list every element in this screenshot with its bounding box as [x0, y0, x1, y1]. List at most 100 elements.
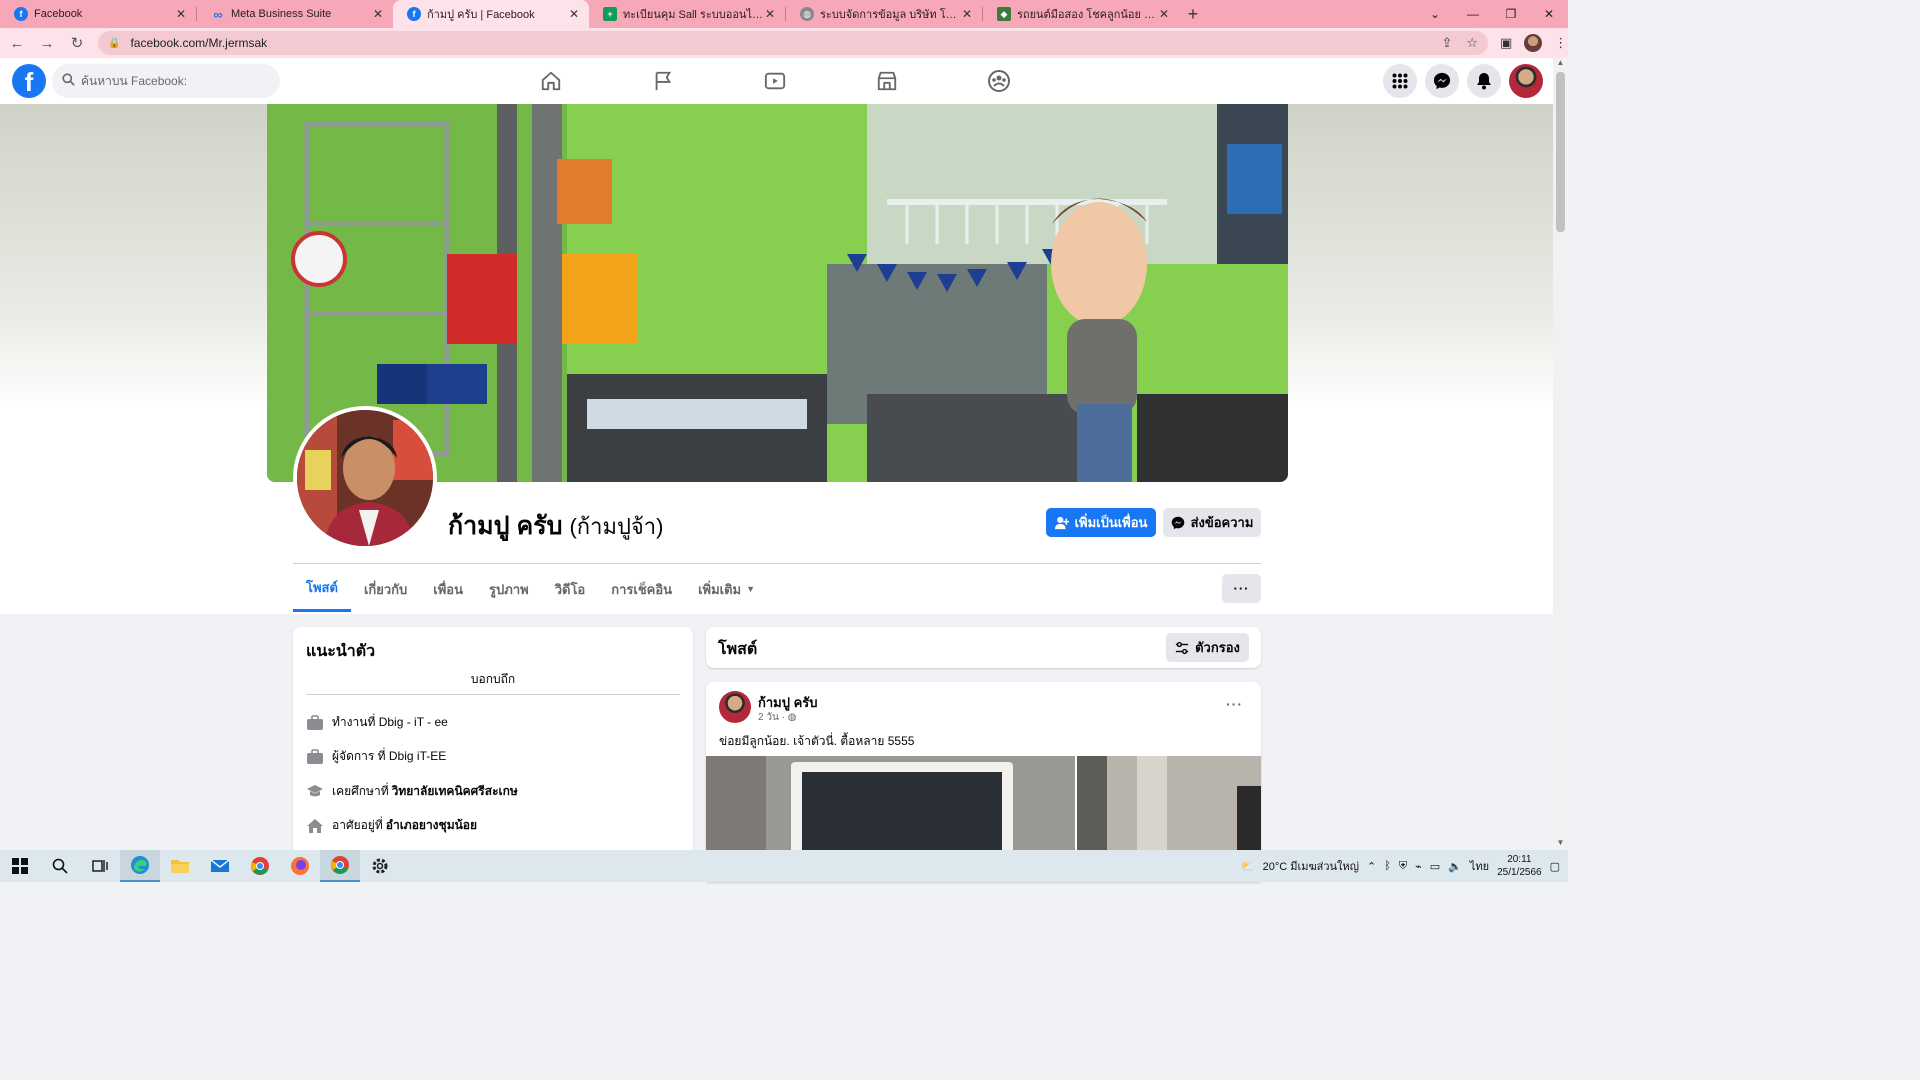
nav-marketplace[interactable] — [831, 58, 943, 104]
notifications-button[interactable] — [1467, 64, 1501, 98]
tab-friends[interactable]: เพื่อน — [420, 566, 476, 612]
browser-tab-meta[interactable]: ∞ Meta Business Suite ✕ — [197, 0, 393, 28]
scroll-down-icon[interactable]: ▼ — [1553, 838, 1568, 850]
intro-item-text: อาศัยอยู่ที่ — [332, 818, 383, 832]
scrollbar-thumb[interactable] — [1556, 72, 1565, 232]
taskbar-chrome[interactable] — [240, 850, 280, 882]
marketplace-icon — [877, 71, 897, 91]
speaker-icon[interactable]: 🔈 — [1448, 860, 1462, 873]
nav-groups[interactable] — [943, 58, 1055, 104]
browser-tab-profile[interactable]: f ก้ามปู ครับ | Facebook ✕ — [393, 0, 589, 28]
firefox-icon — [291, 857, 309, 875]
tab-about[interactable]: เกี่ยวกับ — [351, 566, 420, 612]
browser-tab-facebook[interactable]: f Facebook ✕ — [0, 0, 196, 28]
tab-title: ก้ามปู ครับ | Facebook — [427, 9, 535, 21]
close-tab-icon[interactable]: ✕ — [763, 7, 777, 21]
reload-icon[interactable]: ↻ — [64, 30, 90, 56]
network-icon[interactable]: ▭ — [1430, 860, 1440, 873]
facebook-search-input[interactable]: ค้นหาบน Facebook: — [52, 64, 280, 98]
house-icon — [307, 818, 323, 833]
close-tab-icon[interactable]: ✕ — [371, 7, 385, 21]
new-tab-button[interactable]: + — [1179, 0, 1207, 28]
nav-pages[interactable] — [607, 58, 719, 104]
search-placeholder: ค้นหาบน Facebook: — [81, 73, 188, 88]
browser-tab-sheets[interactable]: + ทะเบียนคุม Sall ระบบออนไลน์.xlsx - G ✕ — [589, 0, 785, 28]
tray-chevron-up-icon[interactable]: ⌃ — [1367, 860, 1376, 873]
taskbar-file-explorer[interactable] — [160, 850, 200, 882]
close-tab-icon[interactable]: ✕ — [567, 7, 581, 21]
close-tab-icon[interactable]: ✕ — [1157, 7, 1171, 21]
menu-grid-button[interactable] — [1383, 64, 1417, 98]
scroll-up-icon[interactable]: ▲ — [1553, 58, 1568, 70]
send-message-button[interactable]: ส่งข้อความ — [1163, 508, 1261, 537]
close-tab-icon[interactable]: ✕ — [174, 7, 188, 21]
close-tab-icon[interactable]: ✕ — [960, 7, 974, 21]
address-bar[interactable]: 🔒 facebook.com/Mr.jermsak ⇪ ☆ — [98, 31, 1488, 55]
filter-button[interactable]: ตัวกรอง — [1166, 633, 1249, 662]
intro-item-text: เคยศึกษาที่ — [332, 784, 389, 798]
intro-item-school[interactable]: วิทยาลัยเทคนิคศรีสะเกษ — [392, 782, 518, 801]
account-avatar[interactable] — [1509, 64, 1543, 98]
tab-posts[interactable]: โพสต์ — [293, 566, 351, 612]
lock-icon[interactable]: 🔒 — [108, 38, 120, 49]
messenger-icon — [1433, 72, 1451, 90]
input-language[interactable]: ไทย — [1470, 857, 1489, 875]
facebook-logo[interactable]: f — [12, 64, 46, 98]
taskbar-chrome-active[interactable] — [320, 850, 360, 882]
taskbar-firefox[interactable] — [280, 850, 320, 882]
intro-card: แนะนำตัว บอกบถึก ทำงานที่ Dbig - iT - ee… — [293, 627, 693, 867]
profile-more-options-button[interactable]: ··· — [1222, 574, 1261, 603]
tab-more[interactable]: เพิ่มเติม ▼ — [685, 566, 768, 612]
browser-tab-system[interactable]: ◍ ระบบจัดการข้อมูล บริษัท โชคลูกน้อย ✕ — [786, 0, 982, 28]
restore-icon[interactable]: ❐ — [1492, 0, 1530, 28]
post-timestamp[interactable]: 2 วัน · ◍ — [758, 710, 796, 725]
browser-menu-icon[interactable]: ⋮ — [1554, 35, 1567, 51]
usb-icon[interactable]: ⌁ — [1415, 860, 1422, 873]
weather-icon[interactable]: ⛅ — [1241, 860, 1255, 873]
taskbar-clock[interactable]: 20:11 25/1/2566 — [1497, 853, 1542, 879]
taskbar-edge[interactable] — [120, 850, 160, 882]
page-scrollbar[interactable]: ▲ ▼ — [1553, 58, 1568, 850]
taskbar-mail[interactable] — [200, 850, 240, 882]
main-navigation — [495, 58, 1055, 104]
nav-home[interactable] — [495, 58, 607, 104]
meta-icon: ∞ — [213, 6, 223, 22]
header-actions — [1383, 64, 1543, 98]
bookmark-star-icon[interactable]: ☆ — [1466, 35, 1478, 51]
taskbar-search-button[interactable] — [40, 850, 80, 882]
security-shield-icon[interactable]: ⛨ — [1399, 860, 1407, 873]
tab-photos[interactable]: รูปภาพ — [476, 566, 542, 612]
post-author-avatar[interactable] — [719, 691, 751, 723]
intro-item-place[interactable]: อำเภอยางชุมน้อย — [386, 816, 477, 835]
start-button[interactable] — [0, 850, 40, 882]
nav-watch[interactable] — [719, 58, 831, 104]
browser-tab-cars[interactable]: ◆ รถยนต์มือสอง โชคลูกน้อย อุดรธานี ✕ — [983, 0, 1179, 28]
weather-text[interactable]: 20°C มีเมฆส่วนใหญ่ — [1263, 857, 1359, 875]
minimize-icon[interactable]: — — [1454, 0, 1492, 28]
tab-videos[interactable]: วิดีโอ — [542, 566, 599, 612]
cover-photo[interactable] — [267, 104, 1288, 482]
gear-icon — [372, 858, 388, 874]
task-view-button[interactable] — [80, 850, 120, 882]
side-panel-icon[interactable]: ▣ — [1500, 35, 1512, 51]
add-friend-icon — [1054, 516, 1069, 529]
add-friend-button[interactable]: เพิ่มเป็นเพื่อน — [1046, 508, 1156, 537]
watch-video-icon — [764, 72, 786, 90]
bluetooth-icon[interactable]: ᛒ — [1384, 860, 1391, 872]
public-globe-icon: ◍ — [787, 712, 797, 723]
post-options-button[interactable]: ··· — [1226, 696, 1243, 712]
notification-center-icon[interactable]: ▢ — [1550, 860, 1560, 873]
forward-icon[interactable]: → — [34, 30, 60, 56]
browser-profile-avatar[interactable] — [1524, 34, 1543, 52]
profile-picture[interactable] — [293, 406, 437, 550]
tab-checkins[interactable]: การเช็คอิน — [598, 566, 685, 612]
share-icon[interactable]: ⇪ — [1441, 35, 1452, 51]
back-icon[interactable]: ← — [4, 30, 30, 56]
close-window-icon[interactable]: ✕ — [1530, 0, 1568, 28]
profile-tabs: โพสต์ เกี่ยวกับ เพื่อน รูปภาพ วิดีโอ การ… — [293, 566, 768, 612]
messenger-button[interactable] — [1425, 64, 1459, 98]
profile-name-text: ก้ามปู ครับ — [448, 512, 563, 540]
intro-divider — [306, 694, 680, 695]
tab-search-icon[interactable]: ⌄ — [1416, 0, 1454, 28]
taskbar-settings[interactable] — [360, 850, 400, 882]
